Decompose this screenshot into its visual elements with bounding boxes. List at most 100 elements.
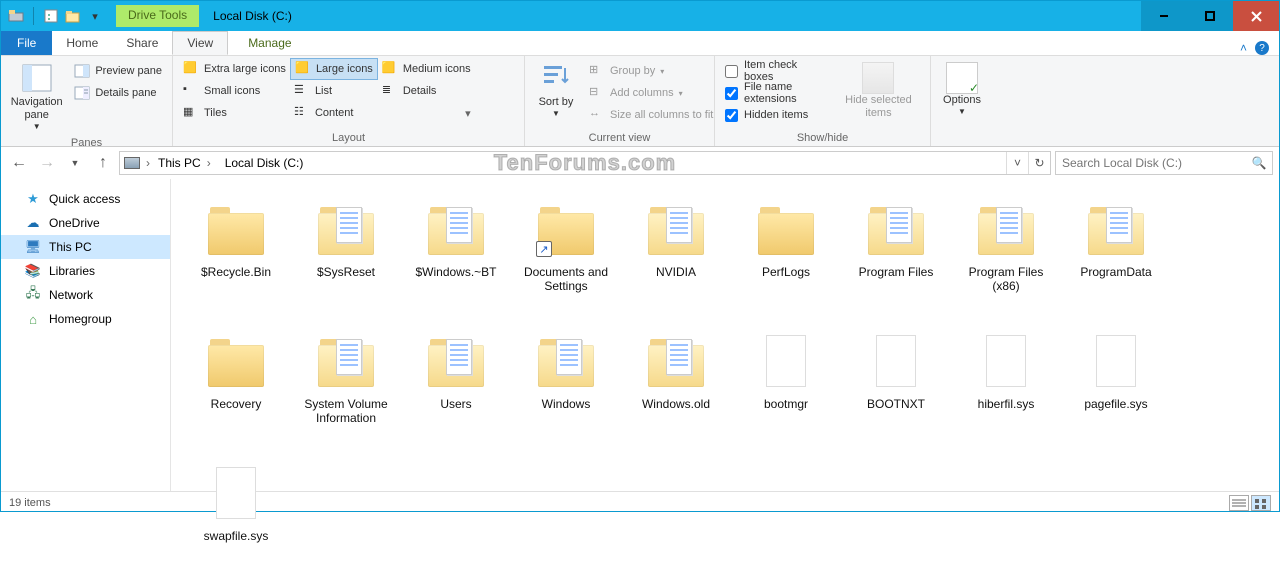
- help-icon[interactable]: ?: [1255, 41, 1269, 55]
- close-button[interactable]: [1233, 1, 1279, 31]
- sort-by-button[interactable]: Sort by▼: [531, 58, 581, 123]
- file-item[interactable]: ⚙⚙swapfile.sys: [181, 455, 291, 587]
- folder-icon: [424, 329, 488, 393]
- file-item[interactable]: ⚙⚙hiberfil.sys: [951, 323, 1061, 455]
- minimize-button[interactable]: [1141, 1, 1187, 31]
- options-button[interactable]: Options▼: [937, 58, 987, 121]
- file-item[interactable]: $Windows.~BT: [401, 191, 511, 323]
- view-icons-toggle[interactable]: [1251, 495, 1271, 511]
- file-item[interactable]: $SysReset: [291, 191, 401, 323]
- refresh-button[interactable]: ↻: [1028, 152, 1050, 174]
- file-item-label: pagefile.sys: [1080, 397, 1151, 411]
- checkbox-file-extensions[interactable]: File name extensions: [721, 82, 829, 104]
- layout-details[interactable]: ≣Details: [378, 80, 475, 102]
- file-item[interactable]: PerfLogs: [731, 191, 841, 323]
- shortcut-overlay-icon: ↗: [536, 241, 552, 257]
- size-columns-button: ↔Size all columns to fit: [585, 104, 717, 126]
- tab-home[interactable]: Home: [52, 31, 112, 55]
- file-item[interactable]: ⚙⚙ bootmgr: [731, 323, 841, 455]
- sidebar-item-quick-access[interactable]: ★Quick access: [1, 187, 170, 211]
- window-title: Local Disk (C:): [213, 9, 1141, 23]
- search-input[interactable]: [1056, 156, 1246, 170]
- sidebar-item-network[interactable]: 🖧Network: [1, 283, 170, 307]
- navigation-pane-button[interactable]: Navigation pane▼: [7, 58, 66, 136]
- details-pane-button[interactable]: Details pane: [70, 82, 166, 104]
- folder-icon: [204, 329, 268, 393]
- hide-selected-button: Hide selected items: [833, 58, 924, 124]
- file-list[interactable]: $Recycle.Bin $SysReset $Windows.~BT ↗Docume…: [171, 179, 1279, 491]
- ribbon-collapse-icon[interactable]: ˄: [1240, 41, 1247, 55]
- preview-pane-button[interactable]: Preview pane: [70, 60, 166, 82]
- file-item-label: bootmgr: [760, 397, 812, 411]
- search-icon[interactable]: 🔍: [1246, 156, 1272, 170]
- group-by-button[interactable]: ⊞Group by ▾: [585, 60, 717, 82]
- layout-more[interactable]: ▾: [378, 102, 475, 124]
- layout-list[interactable]: ☰List: [290, 80, 378, 102]
- file-item[interactable]: System Volume Information: [291, 323, 401, 455]
- file-item-label: $Recycle.Bin: [197, 265, 275, 279]
- file-item[interactable]: Program Files: [841, 191, 951, 323]
- checkbox-item-checkboxes[interactable]: Item check boxes: [721, 60, 829, 82]
- system-file-icon: ⚙⚙: [864, 329, 928, 393]
- file-item[interactable]: Windows: [511, 323, 621, 455]
- qat-new-folder-icon[interactable]: [64, 7, 82, 25]
- address-bar[interactable]: › This PC› Local Disk (C:) TenForums.com…: [119, 151, 1051, 175]
- file-item-label: $Windows.~BT: [411, 265, 500, 279]
- nav-tree[interactable]: ★Quick access☁OneDrive🖥This PC📚Libraries…: [1, 179, 171, 491]
- file-item[interactable]: ProgramData: [1061, 191, 1171, 323]
- sidebar-item-libraries[interactable]: 📚Libraries: [1, 259, 170, 283]
- quick-access-toolbar: ▾: [1, 7, 110, 25]
- file-item[interactable]: ⚙⚙BOOTNXT: [841, 323, 951, 455]
- file-item[interactable]: $Recycle.Bin: [181, 191, 291, 323]
- search-box[interactable]: 🔍: [1055, 151, 1273, 175]
- file-item[interactable]: Program Files (x86): [951, 191, 1061, 323]
- tab-share[interactable]: Share: [112, 31, 172, 55]
- maximize-button[interactable]: [1187, 1, 1233, 31]
- file-item[interactable]: Windows.old: [621, 323, 731, 455]
- layout-extra-large[interactable]: 🟨Extra large icons: [179, 58, 290, 80]
- layout-small[interactable]: ▪Small icons: [179, 80, 290, 102]
- sidebar-item-onedrive[interactable]: ☁OneDrive: [1, 211, 170, 235]
- folder-icon: [424, 197, 488, 261]
- qat-dropdown-icon[interactable]: ▾: [86, 7, 104, 25]
- tab-manage[interactable]: Manage: [234, 31, 305, 55]
- file-item[interactable]: ⚙⚙pagefile.sys: [1061, 323, 1171, 455]
- checkbox-hidden-items[interactable]: Hidden items: [721, 104, 829, 126]
- sidebar-item-homegroup[interactable]: ⌂Homegroup: [1, 307, 170, 331]
- main-area: ★Quick access☁OneDrive🖥This PC📚Libraries…: [1, 179, 1279, 491]
- tab-view[interactable]: View: [172, 31, 228, 55]
- layout-content[interactable]: ☷Content: [290, 102, 378, 124]
- status-item-count: 19 items: [9, 497, 51, 509]
- file-item-label: Recovery: [207, 397, 266, 411]
- layout-large[interactable]: 🟨Large icons: [290, 58, 378, 80]
- address-dropdown-button[interactable]: ˅: [1006, 152, 1028, 174]
- qat-properties-icon[interactable]: [42, 7, 60, 25]
- checkbox-file-extensions-input[interactable]: [725, 87, 738, 100]
- system-file-icon: ⚙⚙: [754, 329, 818, 393]
- sidebar-item-label: OneDrive: [49, 216, 100, 230]
- checkbox-hidden-items-input[interactable]: [725, 109, 738, 122]
- tab-file[interactable]: File: [1, 31, 52, 55]
- up-button[interactable]: ↑: [91, 151, 115, 175]
- layout-medium[interactable]: 🟨Medium icons: [378, 58, 475, 80]
- breadcrumb-this-pc[interactable]: This PC›: [152, 152, 219, 174]
- navigation-pane-label: Navigation pane: [11, 96, 63, 122]
- file-item[interactable]: NVIDIA: [621, 191, 731, 323]
- file-item[interactable]: ↗Documents and Settings: [511, 191, 621, 323]
- back-button[interactable]: ←: [7, 151, 31, 175]
- breadcrumb-local-disk[interactable]: Local Disk (C:): [219, 152, 310, 174]
- sidebar-item-this-pc[interactable]: 🖥This PC: [1, 235, 170, 259]
- file-item[interactable]: Users: [401, 323, 511, 455]
- context-tab-drive-tools: Drive Tools: [116, 5, 199, 27]
- folder-icon: [314, 197, 378, 261]
- sidebar-item-label: This PC: [49, 240, 92, 254]
- recent-locations-button[interactable]: ▼: [63, 151, 87, 175]
- star-icon: ★: [25, 191, 41, 207]
- view-details-toggle[interactable]: [1229, 495, 1249, 511]
- breadcrumb-sep[interactable]: ›: [144, 156, 152, 170]
- file-item-label: swapfile.sys: [200, 529, 273, 543]
- folder-icon: [644, 329, 708, 393]
- checkbox-item-checkboxes-input[interactable]: [725, 65, 738, 78]
- layout-tiles[interactable]: ▦Tiles: [179, 102, 290, 124]
- file-item[interactable]: Recovery: [181, 323, 291, 455]
